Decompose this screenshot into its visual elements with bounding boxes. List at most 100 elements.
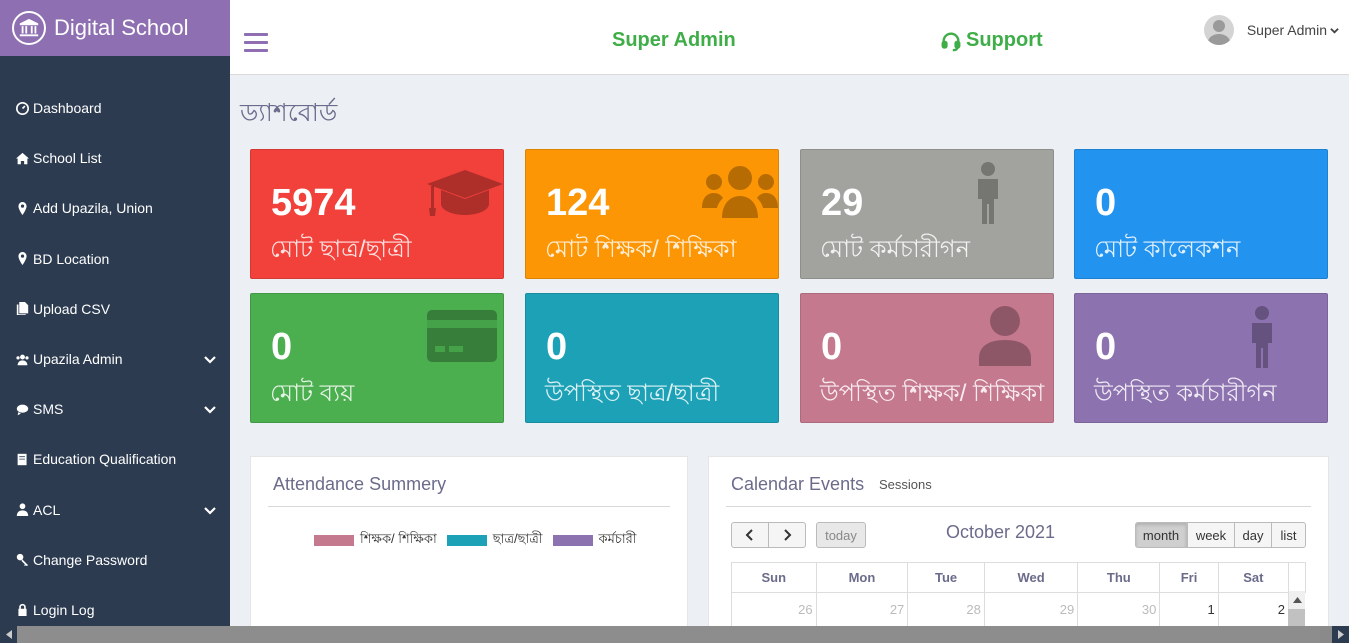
users-icon — [15, 352, 29, 366]
calendar-view-list-button[interactable]: list — [1271, 522, 1306, 548]
sidebar-item-school-list[interactable]: School List — [0, 133, 230, 183]
legend-item[interactable]: কর্মচারী — [552, 530, 637, 551]
sidebar-item-education-qualification[interactable]: Education Qualification — [0, 434, 230, 484]
stat-label: মোট শিক্ষক/ শিক্ষিকা — [545, 236, 737, 263]
scroll-up-icon[interactable] — [1288, 591, 1305, 609]
weekday-header: Sun — [731, 562, 817, 593]
sidebar-item-bd-location[interactable]: BD Location — [0, 234, 230, 284]
stat-card[interactable]: 29 মোট কর্মচারীগন — [800, 149, 1054, 279]
calendar-day-cell[interactable]: 1 — [1159, 592, 1219, 627]
horizontal-scrollbar[interactable] — [0, 626, 1349, 643]
stat-card[interactable]: 5974 মোট ছাত্র/ছাত্রী — [250, 149, 504, 279]
calendar-today-button[interactable]: today — [816, 522, 866, 548]
calendar-month-title: October 2021 — [946, 522, 1056, 542]
stat-card[interactable]: 124 মোট শিক্ষক/ শিক্ষিকা — [525, 149, 779, 279]
legend-swatch — [446, 535, 487, 546]
stat-label: মোট ছাত্র/ছাত্রী — [270, 236, 412, 263]
weekday-header: Fri — [1159, 562, 1219, 593]
scroll-right-icon[interactable] — [1332, 626, 1349, 643]
chevron-left-icon — [745, 529, 753, 541]
files-icon — [15, 302, 29, 316]
calendar-day-cell[interactable]: 2 — [1217, 592, 1290, 627]
calendar-view-month-button[interactable]: month — [1135, 522, 1187, 548]
sidebar-item-change-password[interactable]: Change Password — [0, 535, 230, 585]
comments-icon — [15, 402, 29, 416]
sidebar-item-label: ACL — [33, 501, 61, 518]
calendar-next-button[interactable] — [768, 522, 806, 548]
calendar-sessions-link[interactable]: Sessions — [879, 477, 932, 492]
scroll-left-icon[interactable] — [0, 626, 17, 643]
sidebar-item-dashboard[interactable]: Dashboard — [0, 83, 230, 133]
sidebar-item-label: Education Qualification — [33, 451, 177, 468]
lock-icon — [15, 603, 29, 617]
legend-label: কর্মচারী — [598, 531, 637, 546]
calendar-day-cell[interactable]: 27 — [815, 592, 909, 627]
user-name: Super Admin — [1246, 22, 1327, 38]
male-icon — [975, 162, 1001, 229]
calendar-view-week-button[interactable]: week — [1187, 522, 1235, 548]
scrollbar-gutter — [1288, 562, 1306, 593]
sidebar-item-sms[interactable]: SMS — [0, 384, 230, 434]
credit-card-icon — [427, 310, 497, 367]
menu-toggle-icon[interactable] — [244, 33, 268, 53]
sidebar-item-add-upazila-union[interactable]: Add Upazila, Union — [0, 183, 230, 233]
male-icon — [1249, 306, 1275, 373]
brand[interactable]: Digital School — [0, 0, 230, 56]
stat-label: মোট ব্যয় — [270, 380, 355, 407]
sidebar-item-upazila-admin[interactable]: Upazila Admin — [0, 334, 230, 384]
legend-item[interactable]: শিক্ষক/ শিক্ষিকা — [314, 530, 437, 551]
chevron-right-icon — [784, 529, 792, 541]
headset-icon — [941, 32, 961, 51]
attendance-title: Attendance Summery — [273, 474, 447, 494]
users-icon — [702, 164, 778, 223]
legend-item[interactable]: ছাত্র/ছাত্রী — [446, 530, 543, 551]
book-icon — [15, 452, 29, 466]
support-link[interactable]: Support — [940, 29, 1043, 52]
chevron-down-icon — [204, 403, 216, 415]
calendar-day-cell[interactable]: 30 — [1077, 592, 1161, 627]
sidebar-nav: Dashboard School List Add Upazila, Union BD… — [0, 56, 230, 640]
school-building-icon — [12, 11, 46, 45]
calendar-title: Calendar Events — [731, 474, 865, 494]
stat-label: উপস্থিত কর্মচারীগন — [1094, 380, 1277, 407]
stat-value: 124 — [546, 182, 610, 224]
sidebar-item-label: Upazila Admin — [33, 351, 123, 368]
map-marker-icon — [15, 201, 29, 215]
stat-label: মোট কর্মচারীগন — [820, 236, 970, 263]
weekday-header: Mon — [815, 562, 909, 593]
sidebar-item-acl[interactable]: ACL — [0, 485, 230, 535]
user-menu[interactable]: Super Admin — [1203, 15, 1339, 45]
sidebar-item-label: SMS — [33, 401, 64, 418]
page-title: ড্যাশবোর্ড — [240, 99, 338, 127]
stat-card[interactable]: 0 উপস্থিত ছাত্র/ছাত্রী — [525, 293, 779, 423]
stat-card[interactable]: 0 উপস্থিত কর্মচারীগন — [1074, 293, 1328, 423]
legend-swatch — [314, 535, 354, 546]
stat-value: 29 — [821, 182, 864, 224]
calendar-day-cell[interactable]: 26 — [731, 592, 817, 627]
calendar-scrollbar-thumb[interactable] — [1288, 609, 1305, 626]
weekday-header: Wed — [983, 562, 1079, 593]
stat-card[interactable]: 0 মোট ব্যয় — [250, 293, 504, 423]
stat-label: উপস্থিত শিক্ষক/ শিক্ষিকা — [820, 380, 1045, 407]
sidebar-item-upload-csv[interactable]: Upload CSV — [0, 284, 230, 334]
calendar-view-day-button[interactable]: day — [1234, 522, 1272, 548]
header-title: Super Admin — [612, 29, 736, 51]
stat-label: মোট কালেকশন — [1094, 236, 1241, 263]
user-icon — [977, 306, 1033, 371]
legend-swatch — [552, 535, 593, 546]
stat-label: উপস্থিত ছাত্র/ছাত্রী — [545, 380, 720, 407]
sidebar-item-label: BD Location — [33, 250, 110, 267]
calendar-prev-button[interactable] — [731, 522, 769, 548]
home-icon — [15, 151, 29, 165]
user-icon — [15, 503, 29, 517]
top-header: Super Admin Support Super Admin — [230, 0, 1349, 75]
calendar-day-cell[interactable]: 29 — [983, 592, 1079, 627]
map-marker-icon — [15, 252, 29, 266]
stat-card[interactable]: 0 উপস্থিত শিক্ষক/ শিক্ষিকা — [800, 293, 1054, 423]
weekday-header: Tue — [907, 562, 985, 593]
calendar-day-cell[interactable]: 28 — [907, 592, 985, 627]
graduation-cap-icon — [427, 168, 503, 223]
stat-card[interactable]: 0 মোট কালেকশন — [1074, 149, 1328, 279]
sidebar-item-label: Upload CSV — [33, 300, 111, 317]
sidebar-item-label: Login Log — [33, 601, 95, 618]
